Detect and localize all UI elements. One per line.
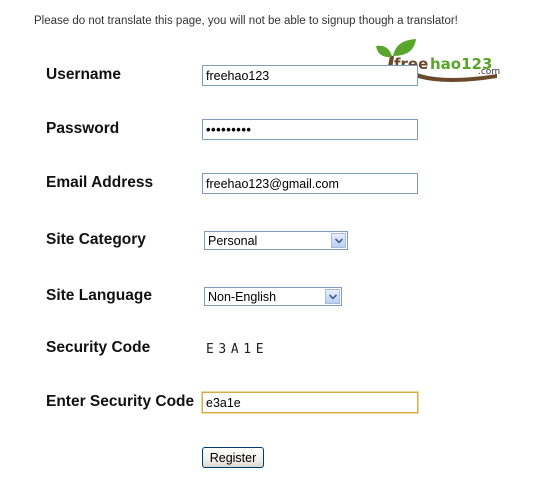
enter-security-code-label: Enter Security Code: [46, 393, 195, 410]
site-category-value: Personal: [208, 234, 258, 248]
password-input[interactable]: •••••••••: [202, 119, 418, 140]
site-language-label: Site Language: [46, 287, 152, 304]
email-input[interactable]: [202, 173, 418, 194]
chevron-down-icon[interactable]: [325, 289, 340, 304]
username-input[interactable]: [202, 65, 418, 86]
email-label: Email Address: [46, 174, 154, 191]
security-code-input[interactable]: [202, 392, 418, 413]
site-language-value: Non-English: [208, 290, 277, 304]
svg-text:.com: .com: [478, 67, 500, 77]
register-button[interactable]: Register: [202, 447, 264, 468]
site-language-select[interactable]: Non-English: [204, 287, 342, 306]
chevron-down-icon[interactable]: [331, 233, 346, 248]
security-code-label: Security Code: [46, 339, 151, 356]
translation-notice: Please do not translate this page, you w…: [34, 15, 458, 27]
password-label: Password: [46, 120, 120, 137]
username-label: Username: [46, 66, 121, 83]
security-code-captcha: E3A1E: [206, 342, 269, 357]
site-category-label: Site Category: [46, 231, 146, 248]
site-category-select[interactable]: Personal: [204, 231, 348, 250]
